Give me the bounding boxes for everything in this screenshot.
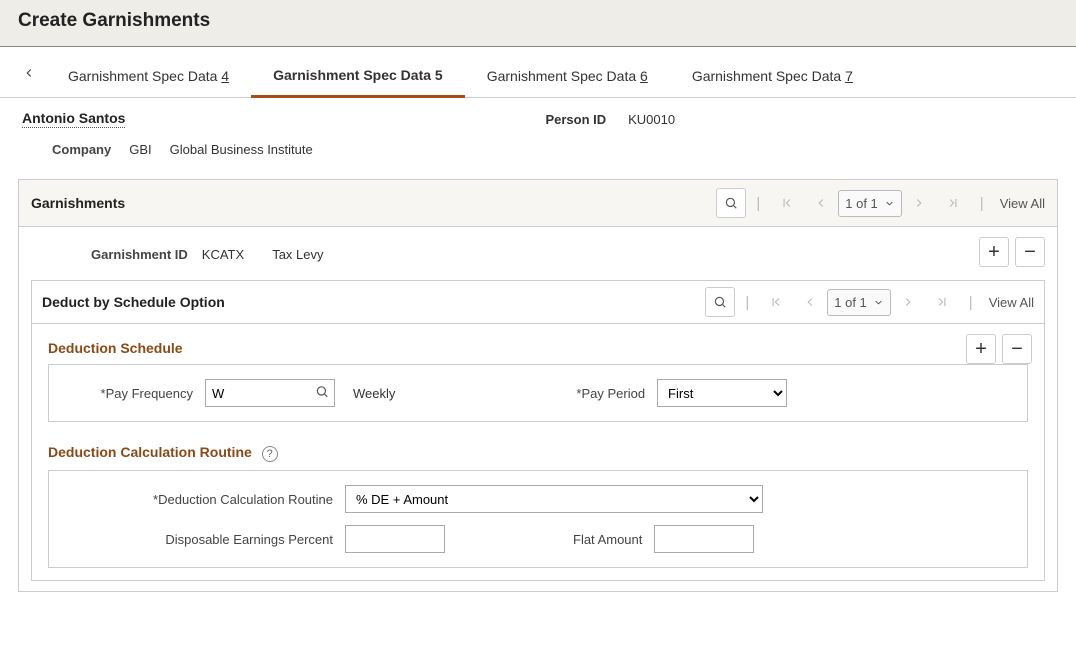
minus-icon: −: [1011, 338, 1023, 361]
schedule-last-button[interactable]: [925, 295, 959, 309]
page-title: Create Garnishments: [18, 10, 210, 31]
garnishments-title: Garnishments: [31, 195, 716, 211]
tab-label-prefix: Garnishment Spec Data: [273, 67, 435, 83]
deduction-routine-box: Deduction Calculation Routine % DE + Amo…: [48, 470, 1028, 568]
tab-garnishment-spec-7[interactable]: Garnishment Spec Data 7: [670, 54, 875, 96]
search-icon: [724, 196, 738, 210]
tab-label-num: 4: [221, 68, 229, 84]
plus-icon: +: [975, 338, 987, 361]
garnishments-range-text: 1 of 1: [845, 196, 878, 211]
garnishments-last-button[interactable]: [936, 196, 970, 210]
schedule-view-all[interactable]: View All: [983, 295, 1034, 310]
tab-label-num: 5: [435, 67, 443, 83]
chevron-left-icon: [22, 66, 36, 80]
person-info: Antonio Santos Person ID KU0010 Company …: [0, 98, 1076, 171]
tab-label-prefix: Garnishment Spec Data: [68, 68, 221, 84]
chevron-left-icon: [803, 295, 817, 309]
routine-select[interactable]: % DE + Amount: [345, 485, 763, 513]
person-name: Antonio Santos: [22, 110, 125, 128]
deduct-schedule-title: Deduct by Schedule Option: [42, 294, 705, 310]
garnishments-panel: Garnishments | 1 of 1 | View Al: [18, 179, 1058, 592]
person-id-value: KU0010: [628, 112, 675, 127]
tab-garnishment-spec-5[interactable]: Garnishment Spec Data 5: [251, 53, 465, 98]
search-icon: [713, 295, 727, 309]
garnishments-delete-row-button[interactable]: −: [1015, 237, 1045, 267]
tab-bar: Garnishment Spec Data 4 Garnishment Spec…: [0, 53, 1076, 98]
deduction-schedule-heading: Deduction Schedule: [48, 340, 1028, 356]
search-icon: [315, 385, 329, 399]
separator: |: [980, 195, 984, 212]
tab-garnishment-spec-4[interactable]: Garnishment Spec Data 4: [46, 54, 251, 96]
person-id-label: Person ID: [545, 112, 606, 127]
flat-amount-label: Flat Amount: [573, 532, 646, 547]
pay-frequency-label: Pay Frequency: [67, 386, 197, 401]
last-icon: [935, 295, 949, 309]
chevron-left-icon: [814, 196, 828, 210]
de-percent-label: Disposable Earnings Percent: [67, 532, 337, 547]
deduction-schedule-box: Pay Frequency Weekly Pay Period First: [48, 364, 1028, 422]
schedule-add-row-button[interactable]: +: [966, 334, 996, 364]
deduction-routine-heading: Deduction Calculation Routine ?: [48, 444, 1028, 462]
company-name: Global Business Institute: [170, 142, 313, 157]
garnishments-next-button[interactable]: [902, 196, 936, 210]
schedule-next-button[interactable]: [891, 295, 925, 309]
pay-period-select[interactable]: First: [657, 379, 787, 407]
schedule-range-text: 1 of 1: [834, 295, 867, 310]
garnishments-find-button[interactable]: [716, 188, 746, 218]
garnishments-prev-button[interactable]: [804, 196, 838, 210]
schedule-range-select[interactable]: 1 of 1: [827, 289, 891, 316]
routine-label: Deduction Calculation Routine: [67, 492, 337, 507]
separator: |: [969, 294, 973, 311]
garnishments-add-row-button[interactable]: +: [979, 237, 1009, 267]
garnishments-first-button[interactable]: [770, 196, 804, 210]
first-icon: [780, 196, 794, 210]
garnishments-view-all[interactable]: View All: [994, 196, 1045, 211]
garnishment-id-label: Garnishment ID: [91, 247, 188, 262]
garnishments-range-select[interactable]: 1 of 1: [838, 190, 902, 217]
pay-frequency-desc: Weekly: [353, 386, 395, 401]
garnishment-id-desc: Tax Levy: [272, 247, 323, 262]
schedule-find-button[interactable]: [705, 287, 735, 317]
routine-help-icon[interactable]: ?: [262, 446, 278, 462]
schedule-delete-row-button[interactable]: −: [1002, 334, 1032, 364]
chevron-right-icon: [912, 196, 926, 210]
tab-label-prefix: Garnishment Spec Data: [487, 68, 640, 84]
last-icon: [946, 196, 960, 210]
separator: |: [756, 195, 760, 212]
deduct-schedule-panel: Deduct by Schedule Option | 1 of 1: [31, 280, 1045, 581]
schedule-first-button[interactable]: [759, 295, 793, 309]
flat-amount-input[interactable]: [654, 525, 754, 553]
chevron-down-icon: [873, 297, 884, 308]
tab-label-num: 7: [845, 68, 853, 84]
company-label: Company: [52, 142, 111, 157]
chevron-right-icon: [901, 295, 915, 309]
garnishment-id-value: KCATX: [202, 247, 244, 262]
minus-icon: −: [1024, 241, 1036, 264]
schedule-prev-button[interactable]: [793, 295, 827, 309]
pay-period-label: Pay Period: [576, 386, 649, 401]
de-percent-input[interactable]: [345, 525, 445, 553]
company-code: GBI: [129, 142, 151, 157]
pay-frequency-lookup-button[interactable]: [315, 385, 329, 402]
tab-label-prefix: Garnishment Spec Data: [692, 68, 845, 84]
tab-label-num: 6: [640, 68, 648, 84]
first-icon: [769, 295, 783, 309]
tabs-scroll-left[interactable]: [20, 54, 46, 96]
plus-icon: +: [988, 241, 1000, 264]
tab-garnishment-spec-6[interactable]: Garnishment Spec Data 6: [465, 54, 670, 96]
chevron-down-icon: [884, 198, 895, 209]
separator: |: [745, 294, 749, 311]
